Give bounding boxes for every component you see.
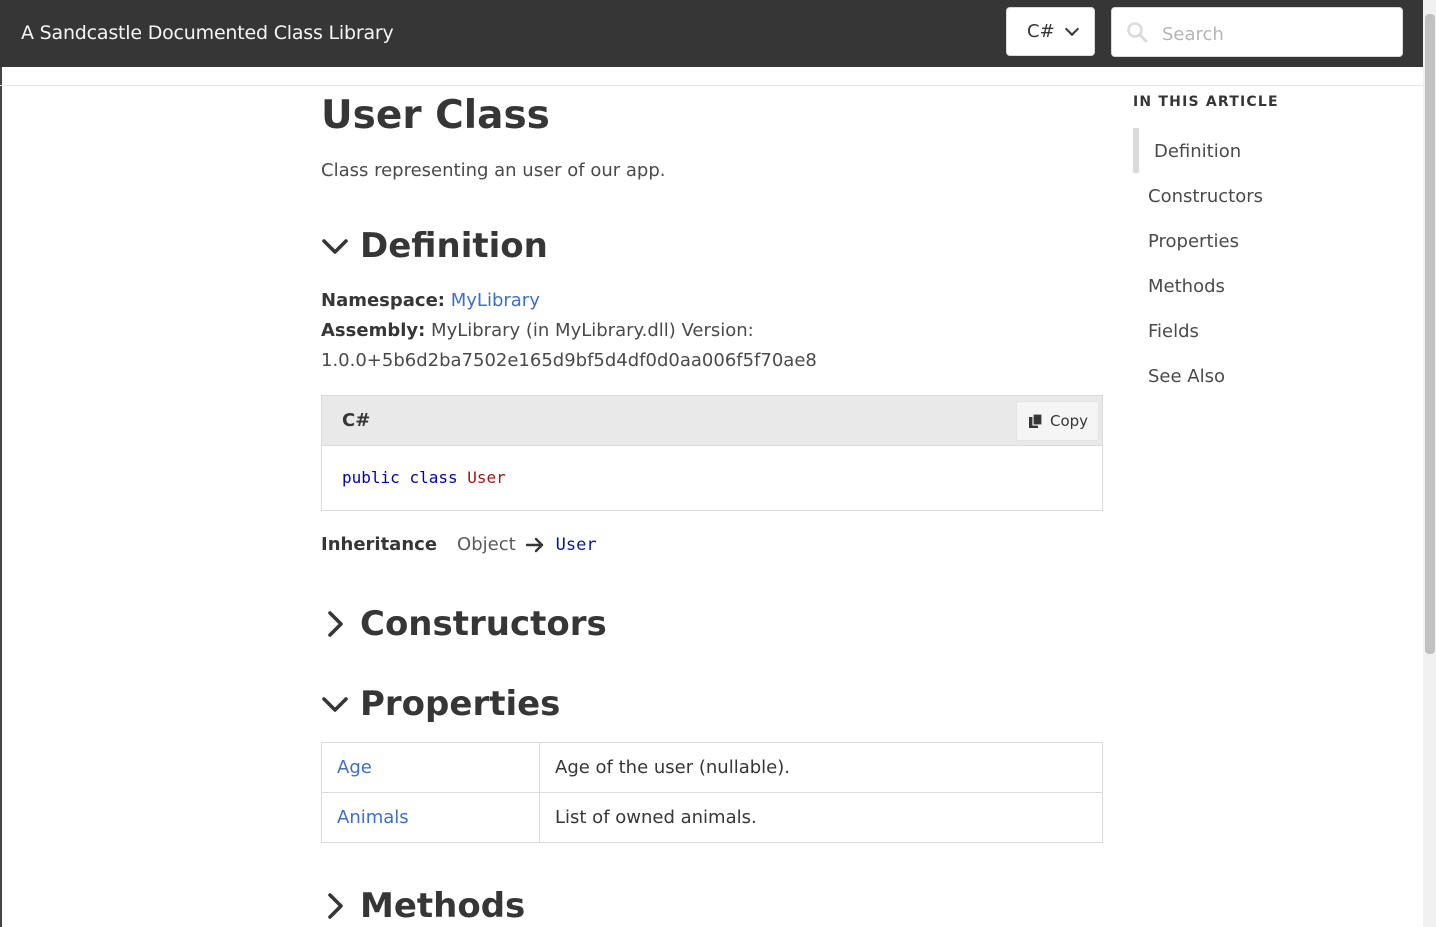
chevron-down-icon[interactable] (321, 231, 349, 261)
chevron-down-icon (1064, 21, 1080, 37)
syntax-code-block: C# Copy public class User (321, 395, 1103, 511)
language-dropdown[interactable]: C# (1006, 7, 1095, 56)
toc-title: IN THIS ARTICLE (1133, 94, 1279, 110)
toc-item-properties[interactable]: Properties (1148, 231, 1239, 252)
chevron-right-icon[interactable] (321, 891, 349, 921)
section-title: Methods (360, 886, 526, 926)
section-heading-methods[interactable]: Methods (321, 886, 525, 926)
namespace-line: Namespace: MyLibrary (321, 286, 540, 316)
property-description: Age of the user (nullable). (539, 742, 1103, 793)
properties-table: Age Age of the user (nullable). Animals … (321, 742, 1103, 843)
code-keyword-class: class (409, 468, 458, 487)
table-row: Animals List of owned animals. (321, 792, 1103, 843)
search-icon (1127, 22, 1148, 43)
site-title[interactable]: A Sandcastle Documented Class Library (21, 20, 394, 46)
header-divider (0, 85, 1423, 86)
toc-item-fields[interactable]: Fields (1148, 321, 1199, 342)
toc-item-definition[interactable]: Definition (1154, 141, 1241, 162)
scrollbar-thumb[interactable] (1425, 14, 1435, 654)
table-row: Age Age of the user (nullable). (321, 742, 1103, 793)
toc-item-see-also[interactable]: See Also (1148, 366, 1225, 387)
copy-button-label: Copy (1050, 412, 1089, 430)
inheritance-self: User (555, 534, 597, 555)
search-input[interactable] (1160, 20, 1394, 48)
section-heading-constructors[interactable]: Constructors (321, 604, 607, 644)
toc-item-constructors[interactable]: Constructors (1148, 186, 1263, 207)
property-name-cell: Animals (321, 792, 540, 843)
section-heading-properties[interactable]: Properties (321, 684, 560, 724)
section-title: Constructors (360, 604, 607, 644)
version-value: 1.0.0+5b6d2ba7502e165d9bf5d4df0d0aa006f5… (321, 350, 817, 371)
search-box[interactable] (1111, 7, 1403, 57)
inheritance-label: Inheritance (321, 534, 438, 555)
section-title: Definition (360, 226, 548, 266)
code-language-label: C# (342, 410, 371, 431)
property-description: List of owned animals. (539, 792, 1103, 843)
arrow-right-icon (525, 535, 545, 555)
toc-item-methods[interactable]: Methods (1148, 276, 1225, 297)
language-dropdown-label: C# (1027, 21, 1055, 42)
page-title: User Class (321, 93, 550, 138)
property-link[interactable]: Animals (337, 807, 409, 828)
section-heading-definition[interactable]: Definition (321, 226, 548, 266)
class-summary: Class representing an user of our app. (321, 160, 666, 181)
copy-icon (1029, 413, 1043, 428)
assembly-label: Assembly: (321, 320, 426, 341)
toc-active-indicator (1133, 128, 1139, 173)
property-link[interactable]: Age (337, 757, 372, 778)
inheritance-base: Object (457, 534, 516, 555)
code-keyword-public: public (342, 468, 400, 487)
chevron-right-icon[interactable] (321, 609, 349, 639)
code-type-name: User (467, 468, 506, 487)
code-block-header: C# Copy (322, 396, 1102, 446)
inheritance-row: Inheritance Object User (321, 534, 597, 555)
copy-button[interactable]: Copy (1016, 401, 1099, 441)
assembly-value: MyLibrary (in MyLibrary.dll) Version: (431, 320, 754, 341)
chevron-down-icon[interactable] (321, 689, 349, 719)
property-name-cell: Age (321, 742, 540, 793)
assembly-line: Assembly: MyLibrary (in MyLibrary.dll) V… (321, 316, 754, 346)
top-navbar: A Sandcastle Documented Class Library C# (0, 0, 1436, 67)
namespace-link[interactable]: MyLibrary (451, 290, 540, 311)
window-edge (0, 67, 2, 927)
code-line: public class User (342, 468, 506, 487)
section-title: Properties (360, 684, 561, 724)
namespace-label: Namespace: (321, 290, 445, 311)
